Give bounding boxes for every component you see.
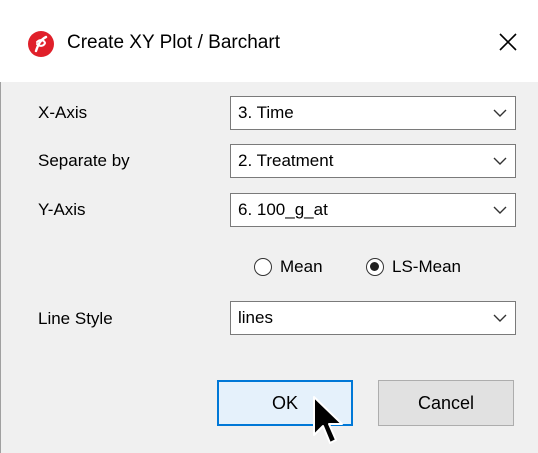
mean-radio[interactable]: Mean [254, 254, 323, 280]
create-xy-plot-dialog: Create XY Plot / Barchart X-Axis 3. Time… [0, 0, 538, 453]
title-bar: Create XY Plot / Barchart [0, 0, 538, 82]
y-axis-label: Y-Axis [38, 200, 86, 219]
chevron-down-icon [493, 157, 507, 165]
window-title: Create XY Plot / Barchart [67, 32, 280, 53]
ls-mean-radio-label: LS-Mean [392, 257, 461, 276]
chevron-down-icon [493, 206, 507, 214]
line-style-dropdown[interactable]: lines [230, 301, 516, 335]
y-axis-dropdown[interactable]: 6. 100_g_at [230, 193, 516, 227]
ok-button[interactable]: OK [217, 380, 353, 426]
separate-by-value: 2. Treatment [238, 151, 334, 170]
chevron-down-icon [493, 314, 507, 322]
x-axis-dropdown[interactable]: 3. Time [230, 96, 516, 130]
line-style-value: lines [238, 308, 273, 327]
chevron-down-icon [493, 109, 507, 117]
close-button[interactable] [486, 22, 530, 62]
ls-mean-radio[interactable]: LS-Mean [366, 254, 461, 280]
radio-unchecked-icon [254, 258, 272, 276]
partek-logo-icon [28, 31, 54, 57]
separate-by-dropdown[interactable]: 2. Treatment [230, 144, 516, 178]
x-axis-label: X-Axis [38, 103, 88, 122]
window-border [0, 82, 1, 453]
separate-by-label: Separate by [38, 151, 130, 170]
close-icon [499, 33, 517, 51]
mean-radio-label: Mean [280, 257, 323, 276]
y-axis-value: 6. 100_g_at [238, 200, 328, 219]
x-axis-value: 3. Time [238, 103, 294, 122]
radio-checked-icon [366, 258, 384, 276]
cancel-button[interactable]: Cancel [378, 380, 514, 426]
line-style-label: Line Style [38, 309, 113, 328]
